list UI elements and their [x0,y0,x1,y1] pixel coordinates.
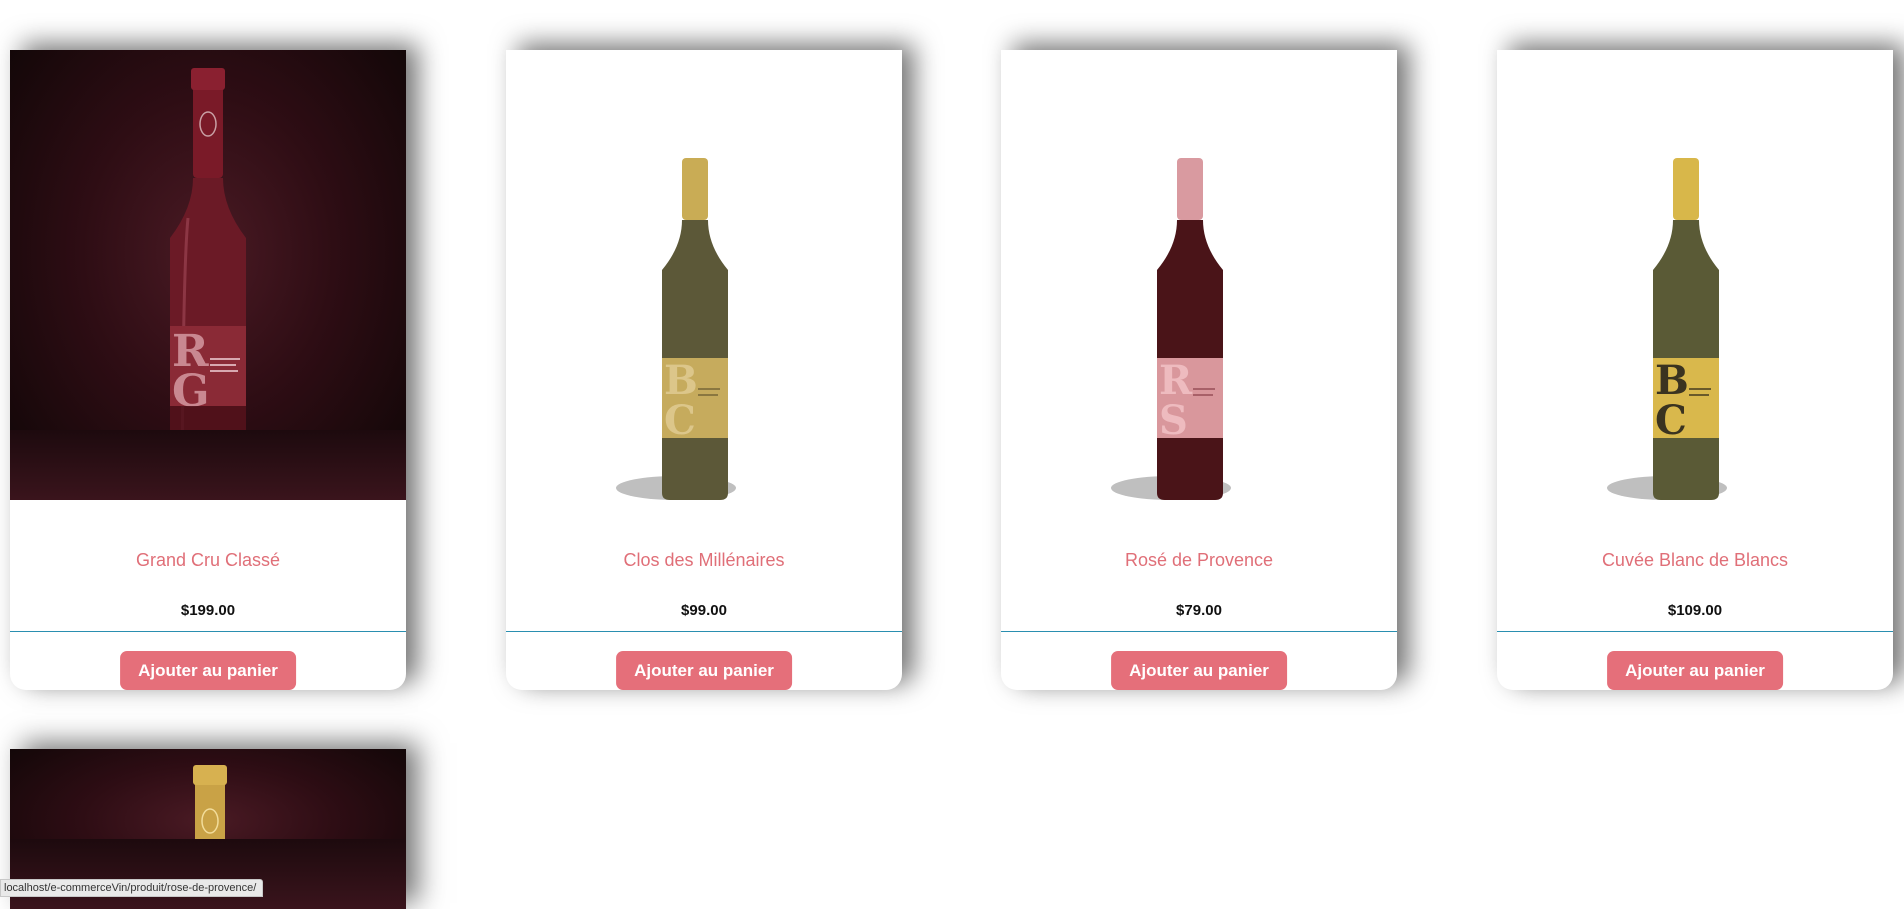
product-image[interactable]: B C [1497,50,1893,500]
product-image[interactable]: B C [506,50,902,500]
product-price: $79.00 [1176,602,1222,619]
svg-text:C: C [664,397,696,444]
product-card: B C Cuvée Blanc de Blancs $109.00 Ajoute… [1497,50,1893,690]
divider [506,631,902,632]
wine-bottle-image: R S [1111,158,1231,500]
product-price: $99.00 [681,602,727,619]
product-card: R S Rosé de Provence $79.00 Ajouter au p… [1001,50,1397,690]
svg-text:S: S [1159,397,1188,444]
product-image[interactable]: R G [10,50,406,500]
status-bar-url: localhost/e-commerceVin/produit/rose-de-… [0,879,264,897]
add-to-cart-button[interactable]: Ajouter au panier [120,651,296,690]
wine-bottle-image: R G [170,68,246,500]
product-name[interactable]: Rosé de Provence [1001,550,1397,571]
product-name[interactable]: Clos des Millénaires [506,550,902,571]
divider [10,631,406,632]
divider [1001,631,1397,632]
product-card: R G Grand Cru Classé $199.00 Ajouter au … [10,50,406,690]
add-to-cart-button[interactable]: Ajouter au panier [616,651,792,690]
product-price: $109.00 [1667,602,1723,619]
product-card: B C Clos des Millénaires $99.00 Ajouter … [506,50,902,690]
divider [1497,631,1893,632]
product-name[interactable]: Cuvée Blanc de Blancs [1497,550,1893,571]
add-to-cart-button[interactable]: Ajouter au panier [1111,651,1287,690]
product-image[interactable]: R S [1001,50,1397,500]
svg-text:C: C [1655,397,1687,444]
product-price: $199.00 [180,602,236,619]
wine-bottle-image: B C [616,158,736,500]
product-name[interactable]: Grand Cru Classé [10,550,406,571]
wine-bottle-image: B C [1607,158,1727,500]
add-to-cart-button[interactable]: Ajouter au panier [1607,651,1783,690]
